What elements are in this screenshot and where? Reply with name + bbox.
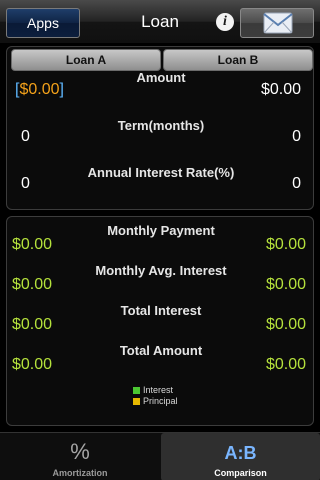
page-title: Loan — [141, 12, 179, 31]
loan-inputs-panel: Loan A Loan B Amount [$0.00] $0.00 Term(… — [6, 46, 314, 210]
info-icon[interactable]: i — [216, 13, 234, 31]
monthly-payment-b: $0.00 — [265, 236, 306, 253]
monthly-avg-interest-a: $0.00 — [12, 276, 53, 293]
legend-principal-label: Principal — [143, 396, 178, 406]
term-a-field[interactable]: 0 — [21, 128, 30, 146]
interest-swatch — [133, 386, 140, 394]
rate-label: Annual Interest Rate(%) — [87, 165, 235, 180]
navigation-bar: Apps Loan i — [0, 0, 320, 44]
tab-comparison-label: Comparison — [214, 468, 267, 478]
tab-comparison[interactable]: A:B Comparison — [161, 433, 320, 480]
loan-results-panel: Monthly Payment $0.00 $0.00 Monthly Avg.… — [6, 216, 314, 426]
email-button[interactable] — [240, 8, 314, 38]
rate-b-field[interactable]: 0 — [292, 175, 301, 193]
total-amount-b: $0.00 — [265, 356, 306, 373]
loan-b-segment[interactable]: Loan B — [163, 49, 313, 71]
total-interest-b: $0.00 — [265, 316, 306, 333]
amount-b-field[interactable]: $0.00 — [261, 81, 301, 99]
ab-compare-icon: A:B — [224, 443, 257, 463]
bracket-close: ] — [59, 81, 64, 98]
monthly-payment-a: $0.00 — [12, 236, 53, 253]
envelope-icon — [263, 12, 293, 34]
total-interest-a: $0.00 — [12, 316, 53, 333]
legend-interest: Interest — [133, 385, 173, 395]
percent-icon: % — [70, 439, 90, 464]
rate-a-field[interactable]: 0 — [21, 175, 30, 193]
term-b-field[interactable]: 0 — [292, 128, 301, 146]
amount-a-field[interactable]: [$0.00] — [15, 81, 64, 99]
tab-amortization-label: Amortization — [52, 468, 108, 478]
legend-principal: Principal — [133, 396, 178, 406]
tab-bar: % Amortization A:B Comparison — [0, 432, 320, 480]
apps-button[interactable]: Apps — [6, 8, 80, 38]
legend-interest-label: Interest — [143, 385, 174, 395]
total-amount-a: $0.00 — [12, 356, 53, 373]
term-label: Term(months) — [117, 118, 205, 133]
principal-swatch — [133, 397, 140, 405]
monthly-avg-interest-b: $0.00 — [265, 276, 306, 293]
loan-a-segment[interactable]: Loan A — [11, 49, 161, 71]
amount-a-value: $0.00 — [19, 81, 60, 98]
tab-amortization[interactable]: % Amortization — [0, 433, 160, 480]
